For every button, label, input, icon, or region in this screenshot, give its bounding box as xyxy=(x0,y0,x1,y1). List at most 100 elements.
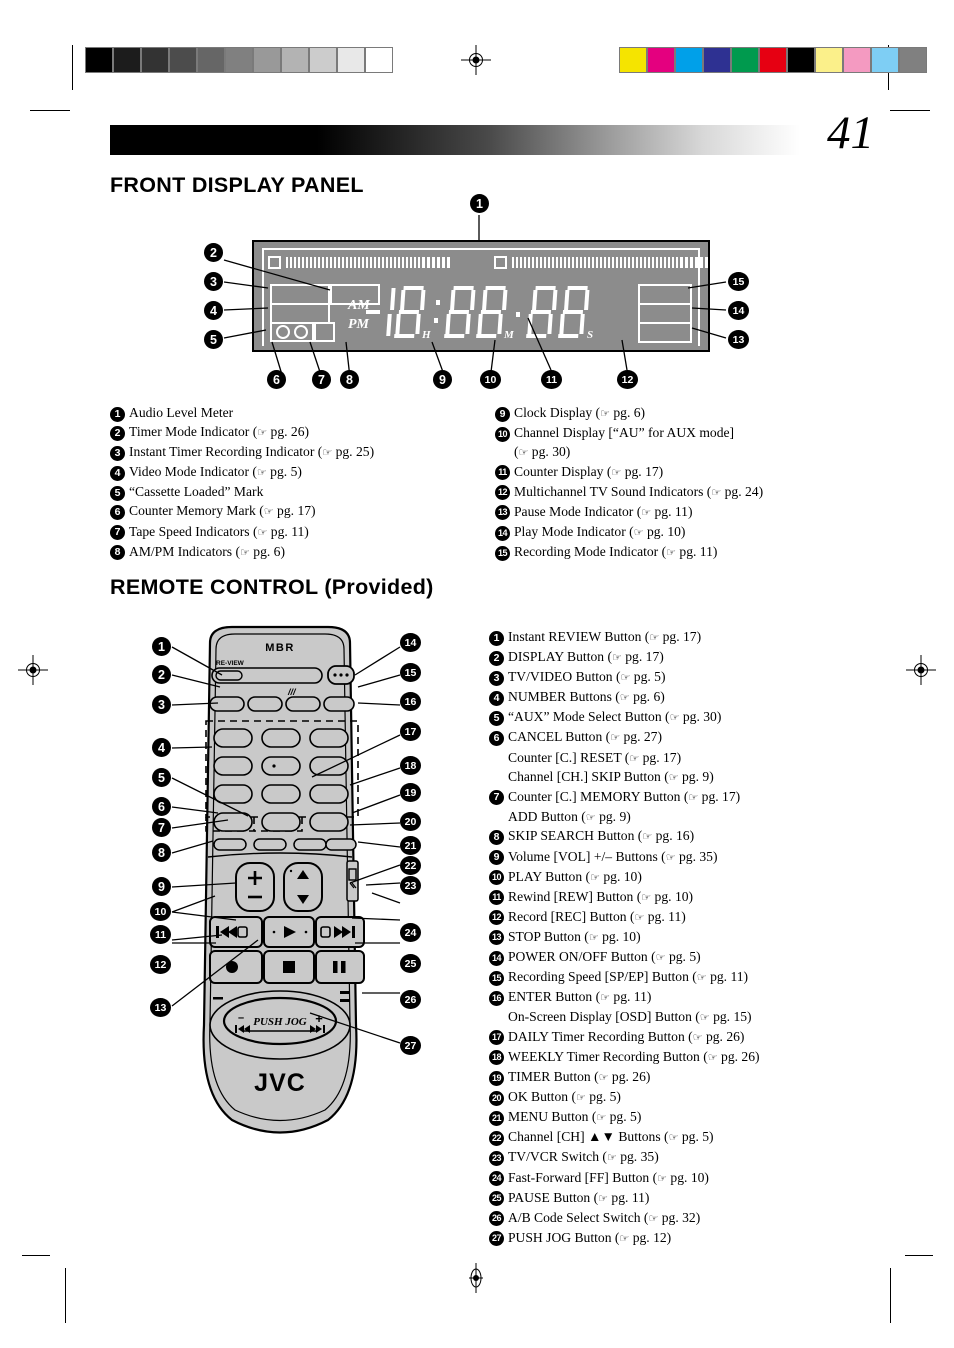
meter-tick xyxy=(540,257,542,268)
meter-tick xyxy=(322,257,324,268)
meter-tick xyxy=(358,257,360,268)
remote-callout-23: 23 xyxy=(400,876,421,895)
grayscale-swatch xyxy=(113,47,141,73)
pointing-hand-icon: ☞ xyxy=(633,526,644,540)
meter-tick xyxy=(310,257,312,268)
crop-mark-mid-right xyxy=(890,110,930,111)
meter-tick xyxy=(576,257,578,268)
hour-unit-label: H xyxy=(421,329,431,341)
legend-item-label: PAUSE Button (☞ pg. 11) xyxy=(508,1189,650,1205)
legend-item-label: DAILY Timer Recording Button (☞ pg. 26) xyxy=(508,1028,745,1044)
legend-item-label: Instant REVIEW Button (☞ pg. 17) xyxy=(508,629,702,644)
meter-tick xyxy=(366,257,368,268)
front-panel-callout-4: 4 xyxy=(204,301,223,320)
legend-item-label: Video Mode Indicator (☞ pg. 5) xyxy=(129,464,302,480)
legend-item: 3 TV/VIDEO Button (☞ pg. 5) xyxy=(489,668,909,688)
legend-item-number: 24 xyxy=(489,1171,504,1187)
legend-item: 25 PAUSE Button (☞ pg. 11) xyxy=(489,1189,909,1209)
legend-item-label: NUMBER Buttons (☞ pg. 6) xyxy=(508,689,665,705)
legend-item: 16 ENTER Button (☞ pg. 11) xyxy=(489,988,909,1008)
legend-item: 8 SKIP SEARCH Button (☞ pg. 16) xyxy=(489,827,909,847)
remote-callout-8: 8 xyxy=(152,843,171,862)
review-label-text: RE-VIEW xyxy=(216,660,245,667)
pointing-hand-icon: ☞ xyxy=(699,1011,710,1025)
legend-item: 8 AM/PM Indicators (☞ pg. 6) xyxy=(110,543,500,563)
cancel-button xyxy=(213,838,247,851)
legend-item-label: Counter [C.] MEMORY Button (☞ pg. 17) xyxy=(508,788,741,804)
volume-buttons xyxy=(235,862,275,912)
pointing-hand-icon: ☞ xyxy=(629,751,640,765)
crop-mark-bottom-right-v xyxy=(890,1268,891,1323)
legend-item-number: 8 xyxy=(489,829,504,845)
legend-item: 22 Channel [CH] ▲▼ Buttons (☞ pg. 5) xyxy=(489,1128,909,1148)
legend-item-label: Counter Display (☞ pg. 17) xyxy=(514,463,664,479)
meter-tick xyxy=(640,257,642,268)
grayscale-swatch xyxy=(281,47,309,73)
pointing-hand-icon: ☞ xyxy=(588,930,599,944)
meter-tick xyxy=(695,257,698,268)
meter-tick xyxy=(422,257,425,268)
pointing-hand-icon: ☞ xyxy=(596,1111,607,1125)
legend-item-number: 12 xyxy=(489,910,504,926)
meter-tick xyxy=(604,257,606,268)
meter-tick xyxy=(290,257,292,268)
legend-item-number: 23 xyxy=(489,1150,504,1166)
color-calibration-bar xyxy=(619,47,928,73)
legend-item-label: “AUX” Mode Select Button (☞ pg. 30) xyxy=(508,709,722,725)
front-panel-callout-7: 7 xyxy=(312,370,331,389)
meter-tick xyxy=(346,257,348,268)
legend-item-subline: (☞ pg. 30) xyxy=(514,444,571,460)
meter-tick xyxy=(294,257,296,268)
front-panel-callout-15: 15 xyxy=(728,272,749,291)
legend-item-number: 10 xyxy=(495,426,510,442)
meter-tick xyxy=(414,257,416,268)
meter-tick xyxy=(568,257,570,268)
legend-item-label: Channel Display [“AU” for AUX mode] xyxy=(514,425,735,441)
instant-timer-recording-indicator xyxy=(270,284,330,305)
grayscale-swatch xyxy=(309,47,337,73)
meter-tick xyxy=(624,257,626,268)
remote-callout-17: 17 xyxy=(400,722,421,741)
legend-item-number: 3 xyxy=(110,445,125,461)
number-button-4 xyxy=(213,756,253,776)
pointing-hand-icon: ☞ xyxy=(688,790,699,804)
legend-item-number: 8 xyxy=(110,545,125,561)
meter-tick xyxy=(672,257,674,268)
pointing-hand-icon: ☞ xyxy=(692,1030,703,1044)
meter-tick xyxy=(354,257,356,268)
meter-tick xyxy=(705,257,708,268)
legend-item: 15 Recording Mode Indicator (☞ pg. 11) xyxy=(495,543,885,563)
meter-tick xyxy=(612,257,614,268)
color-swatch xyxy=(703,47,731,73)
meter-tick xyxy=(437,257,440,268)
jog-plus-label: + xyxy=(315,1011,323,1026)
meter-tick xyxy=(636,257,638,268)
section-title-remote-control: REMOTE CONTROL (Provided) xyxy=(110,575,434,599)
remote-callout-19: 19 xyxy=(400,783,421,802)
pointing-hand-icon: ☞ xyxy=(665,850,676,864)
meter-tick xyxy=(374,257,376,268)
remote-callout-14: 14 xyxy=(400,633,421,652)
legend-item: 12 Record [REC] Button (☞ pg. 11) xyxy=(489,908,909,928)
legend-item-label: POWER ON/OFF Button (☞ pg. 5) xyxy=(508,949,701,964)
legend-item-label: Tape Speed Indicators (☞ pg. 11) xyxy=(129,523,309,539)
speed-marks: /// xyxy=(287,687,297,697)
minute-unit-label: M xyxy=(503,329,515,341)
front-panel-callout-8: 8 xyxy=(340,370,359,389)
meter-tick xyxy=(394,257,396,268)
pointing-hand-icon: ☞ xyxy=(707,1050,718,1064)
number-button-7 xyxy=(213,784,253,804)
meter-tick xyxy=(644,257,646,268)
record-icon xyxy=(226,961,238,973)
pointing-hand-icon: ☞ xyxy=(657,1171,668,1185)
aux-mode-select-button xyxy=(261,812,301,832)
legend-item-number: 14 xyxy=(495,525,510,541)
meter-tick xyxy=(342,257,344,268)
legend-item-number: 13 xyxy=(489,930,504,946)
seven-segment-display: H M S xyxy=(366,286,593,341)
meter-tick xyxy=(334,257,336,268)
page-number: 41 xyxy=(827,107,874,159)
pointing-hand-icon: ☞ xyxy=(696,971,707,985)
remote-callout-20: 20 xyxy=(400,812,421,831)
legend-item-number: 11 xyxy=(489,890,504,906)
